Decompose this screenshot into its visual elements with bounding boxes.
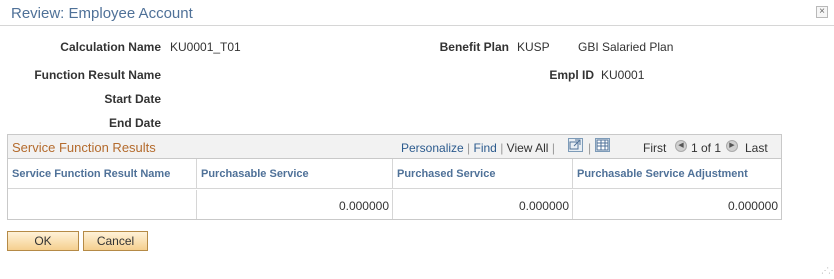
- benefit-plan-description: GBI Salaried Plan: [578, 40, 674, 54]
- toolbar-separator: |: [551, 141, 555, 155]
- download-to-excel-icon[interactable]: [595, 138, 610, 152]
- cell-purchased-service: 0.000000: [393, 190, 573, 219]
- service-function-results-grid: Service Function Results Personalize | F…: [7, 134, 782, 220]
- column-header-purchased-service: Purchased Service: [393, 159, 573, 189]
- cancel-button[interactable]: Cancel: [83, 231, 148, 251]
- empl-id-label: Empl ID: [549, 68, 594, 82]
- find-link[interactable]: Find: [474, 141, 497, 155]
- cell-result-name: [8, 190, 197, 219]
- toolbar-separator: |: [588, 141, 592, 155]
- close-icon[interactable]: ×: [816, 6, 828, 18]
- benefit-plan-code: KUSP: [517, 40, 550, 54]
- column-header-result-name: Service Function Result Name: [8, 159, 197, 189]
- toolbar-separator: |: [467, 141, 471, 155]
- column-header-purchasable-service: Purchasable Service: [197, 159, 393, 189]
- previous-arrow-icon[interactable]: ◀: [675, 140, 687, 152]
- column-header-purchasable-service-adjustment: Purchasable Service Adjustment: [573, 159, 781, 189]
- resize-grip-icon[interactable]: ⋰⋰: [821, 266, 834, 276]
- grid-header-bar: Service Function Results Personalize | F…: [8, 135, 781, 159]
- page-range: 1 of 1: [691, 141, 722, 155]
- grid-title: Service Function Results: [12, 140, 156, 155]
- empl-id-value: KU0001: [601, 68, 645, 82]
- cell-purchasable-service-adjustment: 0.000000: [727, 199, 778, 213]
- function-result-name-label: Function Result Name: [34, 68, 161, 82]
- benefit-plan-label: Benefit Plan: [439, 40, 509, 54]
- cell-purchasable-service: 0.000000: [197, 190, 393, 219]
- last-label: Last: [745, 141, 768, 155]
- next-arrow-icon[interactable]: ▶: [726, 140, 738, 152]
- first-label: First: [643, 141, 667, 155]
- calculation-name-value: KU0001_T01: [170, 40, 241, 54]
- ok-button[interactable]: OK: [7, 231, 79, 251]
- personalize-link[interactable]: Personalize: [401, 141, 464, 155]
- dialog-title-bar: Review: Employee Account ×: [0, 0, 834, 26]
- calculation-name-label: Calculation Name: [60, 40, 161, 54]
- toolbar-separator: |: [500, 141, 504, 155]
- start-date-label: Start Date: [104, 92, 161, 106]
- end-date-label: End Date: [108, 116, 161, 130]
- grid-toolbar: Personalize | Find | View All |: [401, 141, 555, 155]
- view-all-link[interactable]: View All: [507, 141, 549, 155]
- zoom-icon[interactable]: [568, 138, 583, 152]
- dialog-title: Review: Employee Account: [11, 5, 193, 22]
